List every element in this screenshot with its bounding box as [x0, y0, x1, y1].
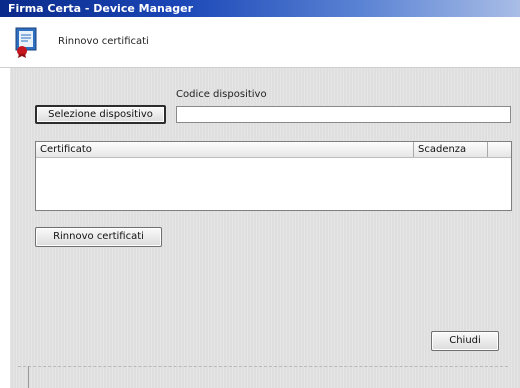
select-device-button-label: Selezione dispositivo: [48, 109, 153, 120]
device-code-label: Codice dispositivo: [176, 89, 267, 100]
column-header-scadenza[interactable]: Scadenza: [414, 142, 488, 157]
window-title: Firma Certa - Device Manager: [8, 2, 194, 15]
certificates-list-header: Certificato Scadenza: [36, 142, 511, 158]
close-button[interactable]: Chiudi: [431, 331, 499, 351]
frame-divider: [28, 366, 29, 388]
separator-line: [18, 366, 508, 367]
dialog-body: Codice dispositivo Selezione dispositivo…: [10, 68, 520, 388]
certificates-list-body[interactable]: [36, 158, 511, 210]
select-device-button[interactable]: Selezione dispositivo: [35, 105, 166, 124]
window-titlebar[interactable]: Firma Certa - Device Manager: [0, 0, 520, 17]
certificates-list[interactable]: Certificato Scadenza: [35, 141, 512, 211]
close-button-label: Chiudi: [449, 335, 481, 346]
device-code-field[interactable]: [176, 106, 511, 123]
page-title: Rinnovo certificati: [58, 36, 149, 47]
certificate-icon: [15, 27, 37, 58]
renew-certificates-button[interactable]: Rinnovo certificati: [35, 227, 162, 247]
column-header-certificato[interactable]: Certificato: [36, 142, 414, 157]
dialog-header: Rinnovo certificati: [0, 17, 520, 68]
renew-certificates-button-label: Rinnovo certificati: [53, 231, 144, 242]
